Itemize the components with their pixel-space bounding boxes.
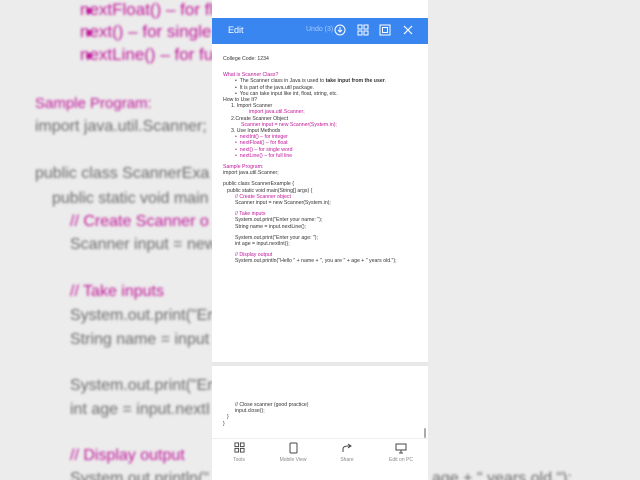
edit-on-pc-button[interactable]: Edit on PC [374, 442, 428, 463]
mobile-view-button[interactable]: Mobile View [266, 442, 320, 463]
bg-comment-take: // Take inputs [70, 283, 164, 300]
tools-icon [212, 442, 266, 456]
share-icon [320, 442, 374, 456]
bg-scanner-line: Scanner input = new [70, 236, 217, 253]
close-icon[interactable] [401, 24, 414, 37]
edit-button[interactable]: Edit [228, 25, 244, 35]
bg-println-line: System.out.println(" [70, 470, 210, 480]
bg-import-line: import java.util.Scanner; [35, 118, 207, 135]
bottom-toolbar: Tools Mobile View Share Edit on PC [212, 438, 428, 480]
scrollbar-thumb[interactable] [424, 428, 426, 438]
bg-string-name: String name = input [70, 331, 210, 348]
closing-brace-2: } [223, 420, 225, 427]
bg-comment-create: // Create Scanner o [70, 213, 209, 230]
bg-right-tail: age + " years old."); [432, 470, 572, 480]
bg-main-line: public static void main [52, 190, 209, 207]
bg-bullet-2: next() – for single [80, 22, 212, 41]
bg-comment-display: // Display output [70, 447, 185, 464]
top-toolbar: Edit Undo (3) [212, 18, 428, 44]
bg-print-name: System.out.print("En [70, 307, 217, 324]
share-button[interactable]: Share [320, 442, 374, 463]
bg-class-line: public class ScannerExa [35, 165, 210, 182]
println-line: System.out.println("Hello " + name + ", … [235, 258, 397, 265]
bg-bullet-3: nextLine() – for fu [80, 45, 214, 64]
document-page: College Code: 1234 What is Scanner Class… [212, 44, 428, 362]
layout-icon[interactable] [378, 24, 391, 37]
bg-bullet-1: nextFloat() – for flo [80, 0, 223, 19]
document-page-2: // Close scanner (good practice) input.c… [212, 366, 428, 438]
bg-sample-heading: Sample Program: [35, 95, 152, 112]
edit-on-pc-label: Edit on PC [389, 457, 413, 463]
mobile-view-icon [266, 442, 320, 456]
save-icon[interactable] [333, 24, 346, 37]
tools-label: Tools [233, 457, 245, 463]
phone-screen: Edit Undo (3) College Code: 1234 What is… [212, 0, 428, 480]
grid-icon[interactable] [356, 24, 369, 37]
mobile-view-label: Mobile View [279, 457, 307, 463]
share-label: Share [340, 457, 354, 463]
bg-int-age: int age = input.nextI [70, 401, 211, 418]
undo-button[interactable]: Undo (3) [306, 26, 333, 33]
bg-print-age: System.out.print("En [70, 377, 217, 394]
tools-button[interactable]: Tools [212, 442, 266, 463]
monitor-icon [374, 442, 428, 456]
